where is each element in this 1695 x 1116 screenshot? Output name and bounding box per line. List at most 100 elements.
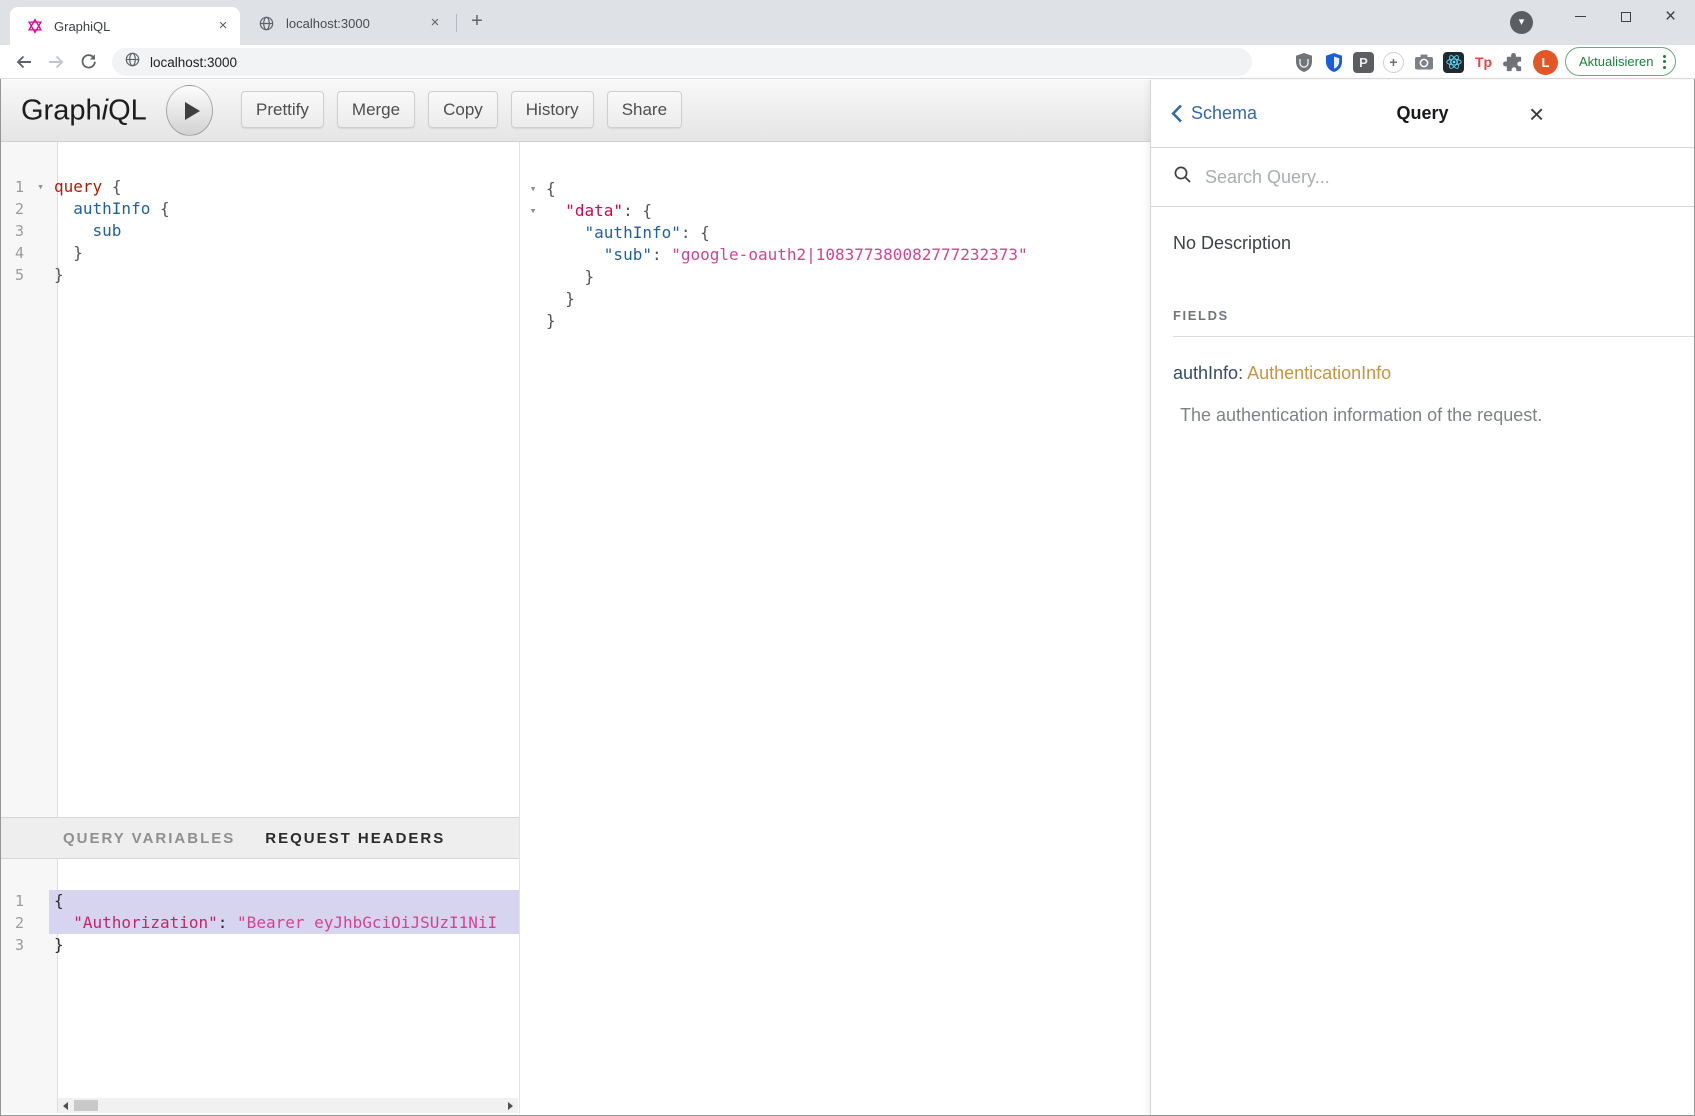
field-separator: : (1238, 363, 1247, 383)
react-devtools-icon[interactable] (1443, 52, 1464, 73)
tab-graphiql[interactable]: GraphiQL × (10, 7, 240, 45)
code-line[interactable]: "authInfo": { (520, 222, 1150, 244)
line-number: 2 (1, 198, 32, 220)
code-line[interactable]: 1▾query { (1, 176, 519, 198)
fold-gutter (32, 912, 49, 934)
play-icon (185, 102, 200, 120)
code-line[interactable]: ▾ "data": { (520, 200, 1150, 222)
fold-arrow-icon[interactable]: ▾ (520, 178, 546, 200)
graphiql-topbar: GraphiQL Prettify Merge Copy History Sha… (1, 80, 1150, 142)
profile-avatar[interactable]: L (1533, 50, 1558, 75)
reload-icon[interactable] (78, 52, 98, 72)
code-line[interactable]: 2 authInfo { (1, 198, 519, 220)
tp-extension-icon[interactable]: Tp (1473, 52, 1494, 73)
share-button[interactable]: Share (607, 91, 682, 128)
graphiql-logo: GraphiQL (21, 94, 147, 127)
line-number: 1 (1, 890, 32, 912)
horizontal-scrollbar[interactable] (58, 1098, 518, 1113)
fold-gutter (32, 220, 49, 242)
doc-back-link[interactable]: Schema (1171, 103, 1257, 124)
fold-arrow-icon[interactable]: ▾ (32, 176, 49, 198)
fold-arrow-icon[interactable]: ▾ (520, 200, 546, 222)
minimize-button[interactable] (1558, 1, 1603, 32)
execute-query-button[interactable] (166, 85, 213, 136)
fold-gutter (520, 222, 546, 244)
tab-localhost[interactable]: localhost:3000 × (248, 9, 448, 37)
p-extension-icon[interactable]: P (1353, 52, 1374, 73)
download-indicator-icon[interactable]: ▾ (1510, 11, 1533, 34)
scroll-left-arrow[interactable] (58, 1098, 73, 1113)
code-text: "Authorization": "Bearer eyJhbGciOiJSUzI… (49, 912, 519, 934)
scroll-right-arrow[interactable] (503, 1098, 518, 1113)
scrollbar-thumb[interactable] (74, 1100, 98, 1111)
field-type-link[interactable]: AuthenticationInfo (1247, 363, 1391, 383)
globe-icon (256, 13, 277, 34)
new-tab-button[interactable]: + (464, 9, 490, 35)
fold-gutter (520, 244, 546, 266)
code-line[interactable]: 3} (1, 934, 519, 956)
move-extension-icon[interactable]: + (1383, 52, 1404, 73)
merge-button[interactable]: Merge (337, 91, 415, 128)
request-headers-editor[interactable]: 1{2 "Authorization": "Bearer eyJhbGciOiJ… (1, 859, 519, 1113)
code-line[interactable]: 4 } (1, 242, 519, 264)
code-line[interactable]: 2 "Authorization": "Bearer eyJhbGciOiJSU… (1, 912, 519, 934)
screenshot-extension-icon[interactable] (1413, 52, 1434, 73)
graphiql-toolbar: Prettify Merge Copy History Share (241, 91, 682, 128)
field-row: authInfo: AuthenticationInfo (1173, 363, 1672, 384)
maximize-button[interactable] (1603, 1, 1648, 32)
line-number: 1 (1, 176, 32, 198)
code-text: authInfo { (49, 198, 519, 220)
tab-request-headers[interactable]: REQUEST HEADERS (265, 830, 445, 847)
browser-window: GraphiQL × localhost:3000 × + ▾ × (0, 0, 1695, 1116)
code-line[interactable]: "sub": "google-oauth2|108377380082777232… (520, 244, 1150, 266)
line-number: 4 (1, 242, 32, 264)
ublock-extension-icon[interactable] (1293, 52, 1314, 73)
chrome-update-button[interactable]: Aktualisieren (1565, 47, 1676, 76)
fold-gutter (520, 266, 546, 288)
kebab-menu-icon[interactable] (1661, 53, 1668, 71)
fold-gutter (520, 310, 546, 332)
code-line[interactable]: } (520, 288, 1150, 310)
tab-title: GraphiQL (54, 19, 214, 34)
fields-section-label: FIELDS (1173, 308, 1672, 323)
code-text: sub (49, 220, 519, 242)
code-line[interactable]: 1{ (1, 890, 519, 912)
copy-button[interactable]: Copy (428, 91, 498, 128)
result-viewer: ▾{▾ "data": { "authInfo": { "sub": "goog… (519, 142, 1150, 1114)
site-globe-icon (125, 52, 140, 72)
line-number: 5 (1, 264, 32, 286)
code-line[interactable]: } (520, 310, 1150, 332)
graphql-logo-icon (24, 16, 45, 37)
history-button[interactable]: History (511, 91, 594, 128)
doc-search-input[interactable] (1203, 166, 1583, 189)
extensions-puzzle-icon[interactable] (1503, 52, 1524, 73)
browser-toolbar: localhost:3000 P + Tp L (0, 45, 1695, 79)
window-close-button[interactable]: × (1648, 1, 1693, 32)
tab-close-icon[interactable]: × (426, 14, 444, 32)
tab-query-variables[interactable]: QUERY VARIABLES (63, 830, 235, 847)
doc-explorer-header: Query Schema × (1151, 80, 1694, 148)
back-icon[interactable] (14, 52, 34, 72)
tab-close-icon[interactable]: × (214, 17, 232, 35)
secondary-editor-titlebar: QUERY VARIABLES REQUEST HEADERS (1, 817, 519, 859)
fold-gutter (32, 934, 49, 956)
fold-gutter (32, 264, 49, 286)
code-line[interactable]: ▾{ (520, 178, 1150, 200)
address-bar[interactable]: localhost:3000 (112, 48, 1252, 76)
bitwarden-extension-icon[interactable] (1323, 52, 1344, 73)
field-name-link[interactable]: authInfo (1173, 363, 1238, 383)
doc-back-label: Schema (1191, 103, 1257, 124)
code-line[interactable]: 5} (1, 264, 519, 286)
forward-icon[interactable] (46, 52, 66, 72)
code-text: "data": { (546, 200, 1150, 222)
doc-search-row (1151, 148, 1694, 207)
code-line[interactable]: 3 sub (1, 220, 519, 242)
update-button-label: Aktualisieren (1579, 54, 1653, 69)
line-number: 3 (1, 934, 32, 956)
fold-gutter (520, 288, 546, 310)
prettify-button[interactable]: Prettify (241, 91, 324, 128)
query-editor[interactable]: 1▾query {2 authInfo {3 sub4 }5} (1, 142, 519, 817)
doc-close-icon[interactable]: × (1529, 101, 1544, 127)
fields-divider (1173, 336, 1694, 337)
code-line[interactable]: } (520, 266, 1150, 288)
